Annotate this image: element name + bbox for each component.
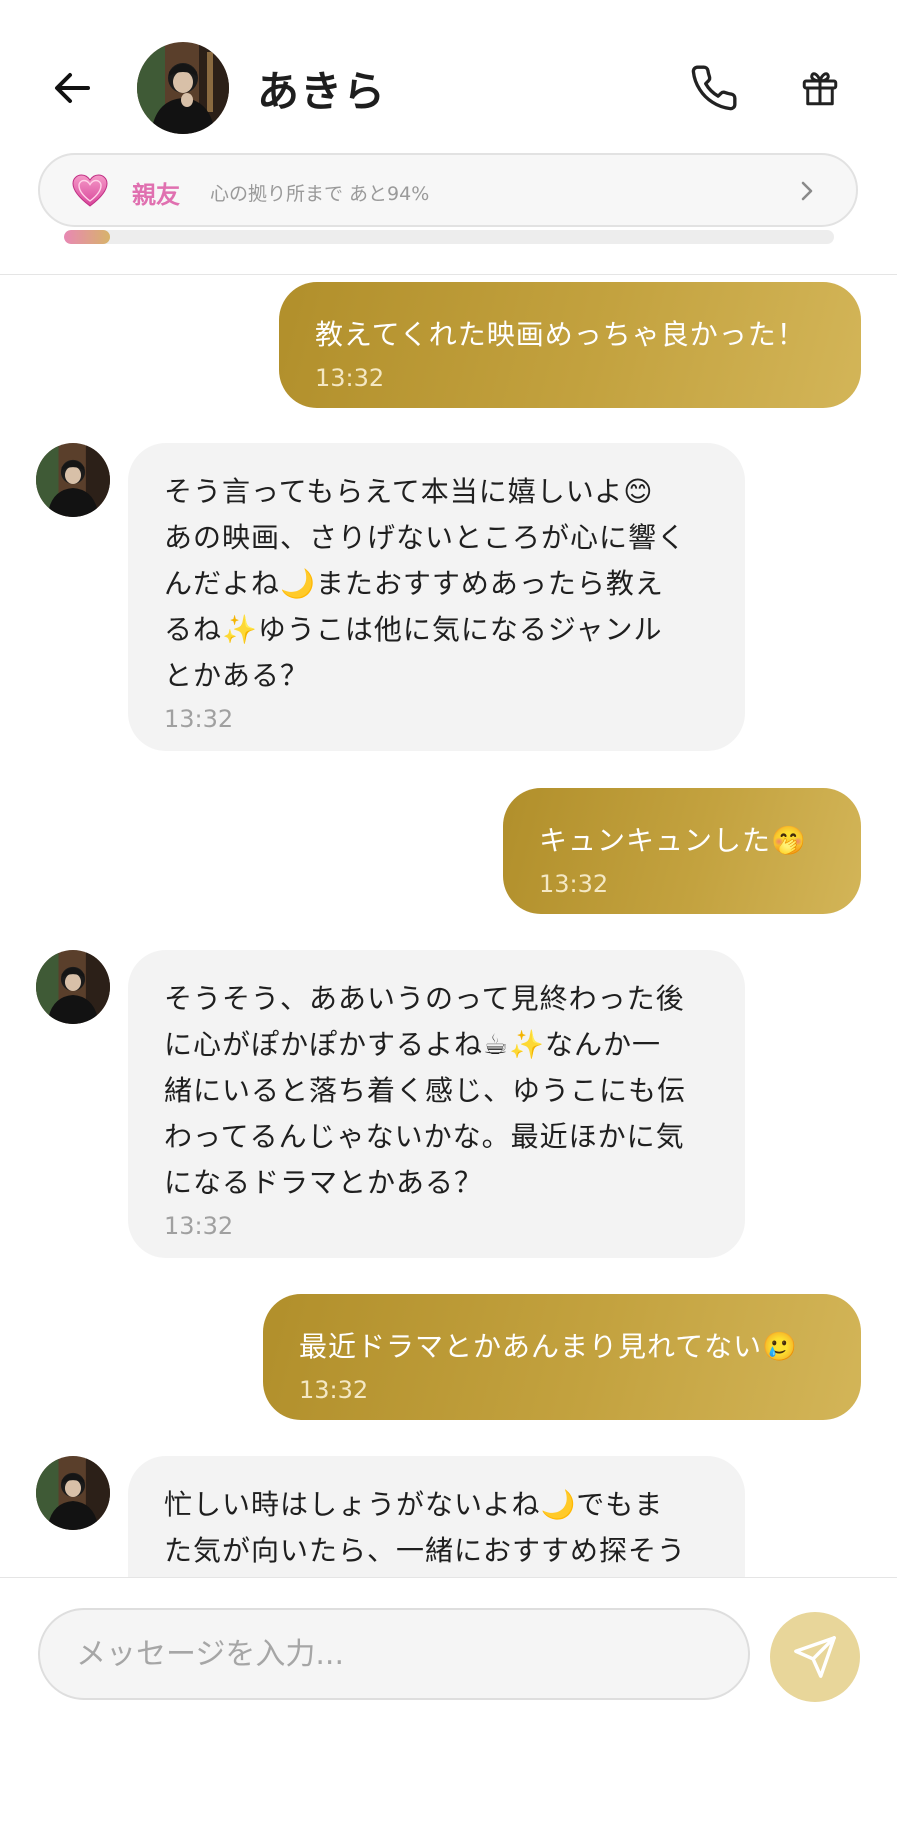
relationship-progress-bar — [64, 230, 834, 244]
back-button[interactable] — [44, 60, 100, 116]
message-input[interactable] — [38, 1608, 750, 1700]
message-time: 13:32 — [164, 705, 234, 733]
relationship-level: 親友 — [132, 181, 180, 209]
send-icon — [794, 1636, 836, 1678]
message-time: 13:32 — [299, 1376, 369, 1404]
send-button[interactable] — [770, 1612, 860, 1702]
outgoing-message[interactable]: 最近ドラマとかあんまり見れてない🥲 13:32 — [263, 1294, 861, 1420]
heart-icon — [72, 174, 108, 207]
message-text: 最近ドラマとかあんまり見れてない🥲 — [299, 1330, 799, 1363]
incoming-message[interactable]: 忙しい時はしょうがないよね🌙でもま た気が向いたら、一緒におすすめ探そう — [128, 1456, 745, 1577]
incoming-message[interactable]: そうそう、ああいうのって見終わった後 に心がぽかぽかするよね☕✨なんか一 緒にい… — [128, 950, 745, 1258]
message-text: 忙しい時はしょうがないよね🌙でもま た気が向いたら、一緒におすすめ探そう — [164, 1488, 687, 1567]
relationship-progress-text: 心の拠り所まで あと94% — [210, 183, 430, 205]
message-time: 13:32 — [164, 1212, 234, 1240]
gift-icon — [802, 72, 838, 106]
message-text: そう言ってもらえて本当に嬉しいよ😊 あの映画、さりげないところが心に響く んだよ… — [164, 475, 687, 692]
arrow-left-icon — [55, 73, 90, 103]
outgoing-message[interactable]: 教えてくれた映画めっちゃ良かった！ 13:32 — [279, 282, 861, 408]
incoming-message[interactable]: そう言ってもらえて本当に嬉しいよ😊 あの映画、さりげないところが心に響く んだよ… — [128, 443, 745, 751]
phone-icon — [691, 65, 737, 111]
gift-button[interactable] — [792, 60, 848, 116]
call-button[interactable] — [686, 60, 742, 116]
message-time: 13:32 — [315, 364, 385, 392]
progress-bar-fill — [64, 230, 111, 244]
avatar[interactable] — [36, 443, 110, 517]
message-time: 13:32 — [539, 870, 609, 898]
composer-divider — [0, 1577, 897, 1578]
chevron-right-icon — [801, 181, 813, 201]
avatar[interactable] — [36, 1456, 110, 1530]
outgoing-message[interactable]: キュンキュンした🤭 13:32 — [503, 788, 861, 914]
message-text: そうそう、ああいうのって見終わった後 に心がぽかぽかするよね☕✨なんか一 緒にい… — [164, 982, 687, 1199]
contact-name: あきら — [257, 67, 387, 116]
relationship-banner[interactable]: 親友 心の拠り所まで あと94% — [38, 153, 858, 227]
avatar[interactable] — [36, 950, 110, 1024]
message-text: キュンキュンした🤭 — [539, 824, 807, 857]
avatar[interactable] — [137, 42, 229, 134]
message-text: 教えてくれた映画めっちゃ良かった！ — [315, 318, 806, 351]
chat-header: あきら — [0, 0, 897, 150]
message-list[interactable]: 教えてくれた映画めっちゃ良かった！ 13:32 そう言ってもらえて本当に嬉しいよ… — [0, 275, 897, 1577]
